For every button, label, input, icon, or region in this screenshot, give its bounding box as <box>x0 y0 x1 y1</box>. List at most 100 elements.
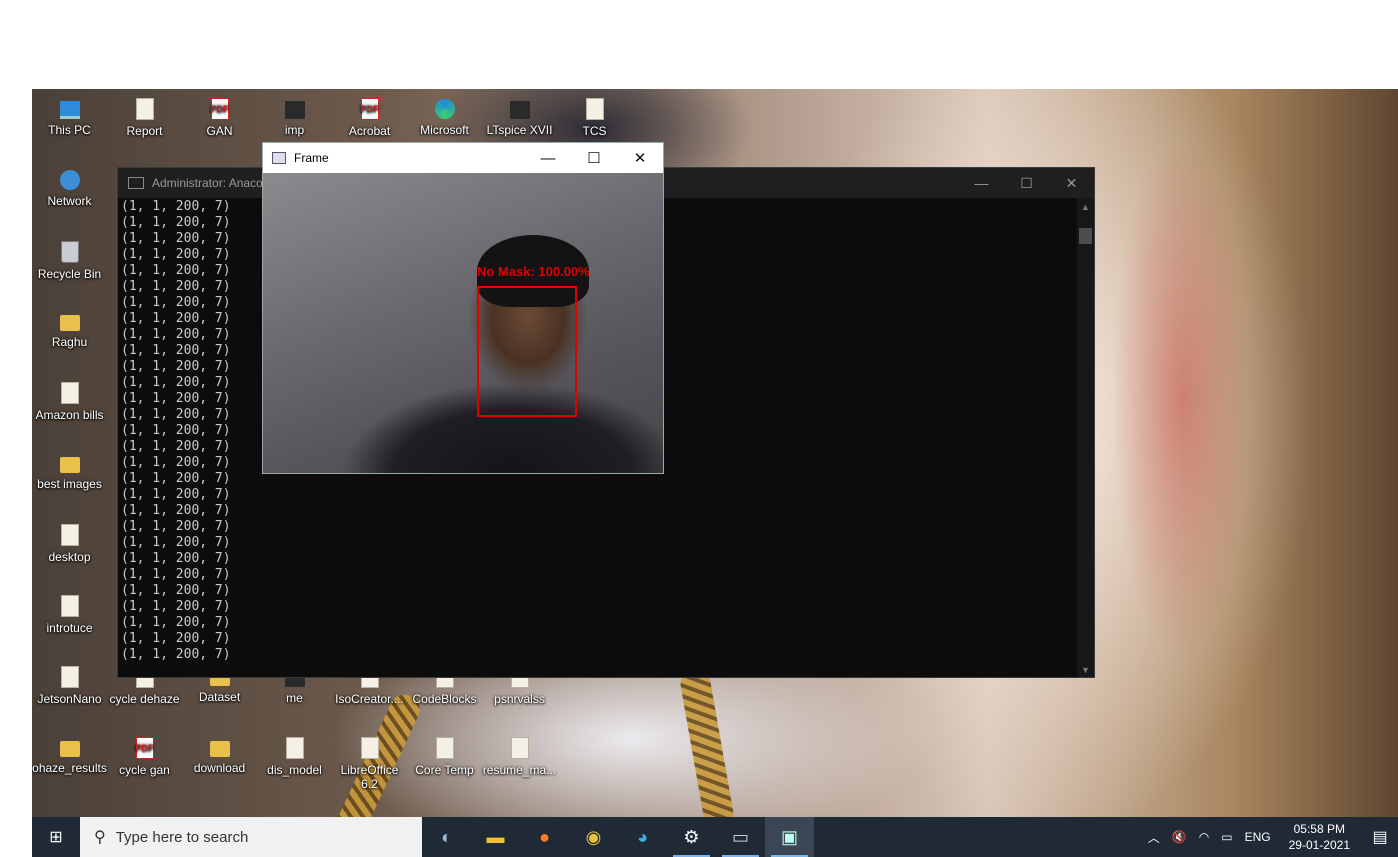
taskbar-apps: ◐ ▬ ● ◉ ◕ ⚙ ▭ ▣ <box>422 817 814 857</box>
desktop-icon-label: Report <box>126 124 163 138</box>
console-line: (1, 1, 200, 7) <box>121 487 231 502</box>
system-tray: ︿ 🔇 ◠ ▭ ENG 05:58 PM 29-01-2021 ▤ <box>1142 817 1398 857</box>
console-line: (1, 1, 200, 7) <box>121 407 231 422</box>
wifi-icon[interactable]: ◠ <box>1199 830 1209 844</box>
file-icon <box>135 98 154 120</box>
console-scrollbar[interactable]: ▲ ▼ <box>1077 198 1094 677</box>
desktop-icon[interactable]: Report <box>107 95 182 138</box>
folder-icon <box>59 315 80 331</box>
desktop-icon[interactable]: imp <box>257 95 332 137</box>
settings-icon[interactable]: ⚙ <box>667 817 716 857</box>
desktop-icon[interactable]: PDF GAN <box>182 95 257 138</box>
desktop-icon-label: desktop <box>48 550 91 564</box>
desktop-icon[interactable]: desktop <box>32 521 107 564</box>
firefox-icon[interactable]: ● <box>520 817 569 857</box>
console-line: (1, 1, 200, 7) <box>121 327 231 342</box>
console-line: (1, 1, 200, 7) <box>121 551 231 566</box>
frame-titlebar[interactable]: Frame — ☐ ✕ <box>263 143 663 173</box>
folder-icon <box>209 741 230 757</box>
close-button[interactable]: ✕ <box>617 143 663 173</box>
chrome-icon[interactable]: ◉ <box>569 817 618 857</box>
desktop-icon[interactable]: Network <box>32 166 107 208</box>
file-explorer-icon[interactable]: ▬ <box>471 817 520 857</box>
desktop-icon-label: dis_model <box>267 763 322 777</box>
console-line: (1, 1, 200, 7) <box>121 231 231 246</box>
console-line: (1, 1, 200, 7) <box>121 631 231 646</box>
desktop-icon[interactable]: PDF Acrobat <box>332 95 407 138</box>
console-line: (1, 1, 200, 7) <box>121 599 231 614</box>
console-line: (1, 1, 200, 7) <box>121 455 231 470</box>
desktop-icon[interactable]: PDF cycle gan <box>107 734 182 777</box>
file-icon <box>435 737 454 759</box>
console-line: (1, 1, 200, 7) <box>121 279 231 294</box>
taskbar: ⊞ ⚲ Type here to search ◐ ▬ ● ◉ ◕ ⚙ ▭ ▣ … <box>32 817 1398 857</box>
console-line: (1, 1, 200, 7) <box>121 423 231 438</box>
desktop-icon[interactable]: Microsoft <box>407 95 482 137</box>
volume-muted-icon[interactable]: 🔇 <box>1172 830 1187 844</box>
terminal-icon[interactable]: ▭ <box>716 817 765 857</box>
windows-icon: ⊞ <box>49 829 63 846</box>
scroll-up-icon[interactable]: ▲ <box>1077 202 1094 212</box>
maximize-button[interactable]: ☐ <box>571 143 617 173</box>
console-line: (1, 1, 200, 7) <box>121 263 231 278</box>
desktop-icon-label: Dataset <box>198 690 241 704</box>
scroll-down-icon[interactable]: ▼ <box>1077 665 1094 675</box>
battery-icon[interactable]: ▭ <box>1221 830 1232 844</box>
desktop-icon-label: IsoCreator.... <box>335 692 404 706</box>
minimize-button[interactable]: — <box>959 168 1004 198</box>
close-button[interactable]: ✕ <box>1049 168 1094 198</box>
desktop-icon[interactable]: dis_model <box>257 734 332 777</box>
desktop-icon[interactable]: introtuce <box>32 592 107 635</box>
desktop-icon[interactable]: ohaze_results <box>32 734 107 775</box>
desktop-icon-label: download <box>193 761 246 775</box>
desktop-icon-label: Amazon bills <box>35 408 104 422</box>
desktop-icon-label: TCS <box>582 124 607 138</box>
desktop-icon[interactable]: Recycle Bin <box>32 237 107 281</box>
desktop-icon-label: ohaze_results <box>32 761 107 775</box>
console-line: (1, 1, 200, 7) <box>121 359 231 374</box>
console-line: (1, 1, 200, 7) <box>121 295 231 310</box>
maximize-button[interactable]: ☐ <box>1004 168 1049 198</box>
frame-window[interactable]: Frame — ☐ ✕ No Mask: 100.00% <box>262 142 664 474</box>
desktop-icon-label: JetsonNano <box>37 692 102 706</box>
desktop-icon[interactable]: LibreOffice 6.2 <box>332 734 407 791</box>
desktop-icon-label: Acrobat <box>348 124 391 138</box>
desktop-icon[interactable]: best images <box>32 450 107 491</box>
taskbar-search-box[interactable]: ⚲ Type here to search <box>80 817 422 857</box>
desktop-icon[interactable]: JetsonNano <box>32 663 107 706</box>
dark-icon <box>284 101 305 119</box>
desktop-icon[interactable]: This PC <box>32 95 107 137</box>
console-line: (1, 1, 200, 7) <box>121 247 231 262</box>
minimize-button[interactable]: — <box>525 143 571 173</box>
desktop-icon[interactable]: Core Temp <box>407 734 482 777</box>
console-line: (1, 1, 200, 7) <box>121 199 231 214</box>
desktop-icon[interactable]: Amazon bills <box>32 379 107 422</box>
desktop-icon-label: introtuce <box>46 621 93 635</box>
anaconda-icon[interactable]: ◐ <box>422 817 471 857</box>
desktop-icon[interactable]: LTspice XVII <box>482 95 557 137</box>
desktop-icon[interactable]: resume_ma... <box>482 734 557 777</box>
notification-icon[interactable]: ▤ <box>1362 817 1398 857</box>
desktop-icon[interactable]: TCS <box>557 95 632 138</box>
desktop-icon-label: me <box>286 691 303 705</box>
desktop-icon[interactable]: Raghu <box>32 308 107 349</box>
clock[interactable]: 05:58 PM 29-01-2021 <box>1289 821 1350 853</box>
bin-icon <box>60 241 79 263</box>
frame-window-icon[interactable]: ▣ <box>765 817 814 857</box>
desktop-icon[interactable]: download <box>182 734 257 775</box>
globe-icon <box>59 170 80 190</box>
chevron-up-icon[interactable]: ︿ <box>1148 829 1160 846</box>
desktop-icon-label: CodeBlocks <box>412 692 477 706</box>
desktop-icon-label: Core Temp <box>415 763 474 777</box>
console-output: (1, 1, 200, 7) (1, 1, 200, 7) (1, 1, 200, … <box>121 199 231 663</box>
start-button[interactable]: ⊞ <box>32 817 80 857</box>
console-line: (1, 1, 200, 7) <box>121 343 231 358</box>
desktop-icon-label: LibreOffice 6.2 <box>340 763 399 791</box>
console-line: (1, 1, 200, 7) <box>121 567 231 582</box>
scrollbar-thumb[interactable] <box>1079 228 1092 244</box>
search-placeholder: Type here to search <box>115 828 249 846</box>
language-indicator[interactable]: ENG <box>1245 830 1271 844</box>
edge-icon[interactable]: ◕ <box>618 817 667 857</box>
frame-app-icon <box>272 152 286 164</box>
file-icon <box>60 666 79 688</box>
